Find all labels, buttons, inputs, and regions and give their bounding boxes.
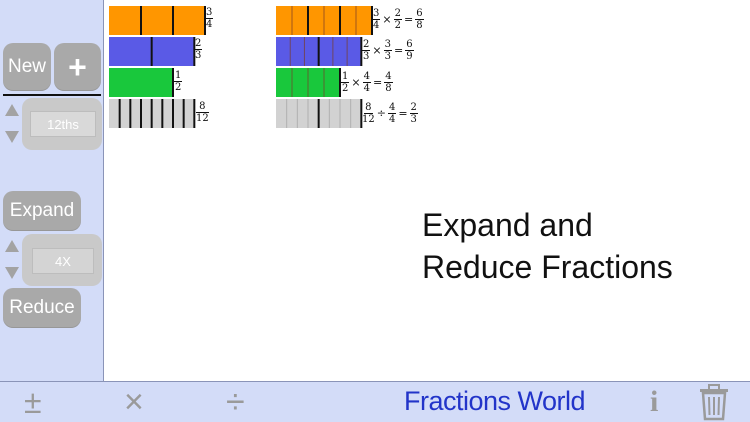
left-fraction-label-1: 34 <box>205 7 214 30</box>
headline-line-2: Reduce Fractions <box>422 249 673 285</box>
equation-4: 8 12 ÷ 44 = 23 <box>362 102 418 125</box>
bottom-toolbar <box>0 381 750 422</box>
equation-2: 23 × 33 = 69 <box>362 39 414 62</box>
left-bar-3 <box>109 68 173 97</box>
left-fraction-label-3: 12 <box>174 70 183 93</box>
trash-icon[interactable] <box>697 383 731 421</box>
equation-1: 34 × 22 = 68 <box>372 8 424 31</box>
left-bar-1 <box>109 6 205 35</box>
app-title: Fractions World <box>404 386 586 416</box>
headline: Expand and Reduce Fractions <box>422 204 673 288</box>
info-icon[interactable]: i <box>650 387 658 417</box>
divide-icon[interactable]: ÷ <box>226 385 245 419</box>
equation-3: 12 × 44 = 48 <box>341 71 393 94</box>
plus-minus-icon[interactable]: ± <box>24 386 42 418</box>
left-fraction-label-2: 23 <box>194 38 203 61</box>
headline-line-1: Expand and <box>422 207 593 243</box>
times-icon[interactable]: × <box>124 385 144 419</box>
left-fraction-label-4: 8 12 <box>196 101 209 124</box>
